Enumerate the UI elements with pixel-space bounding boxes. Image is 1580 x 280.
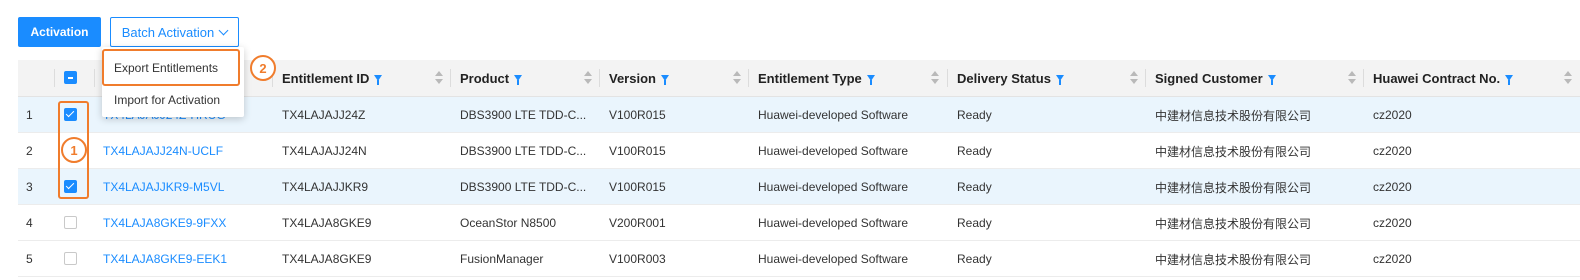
row-index: 1: [26, 108, 33, 122]
entitlement-link[interactable]: TX4LAJA8GKE9-9FXX: [103, 205, 226, 241]
entitlement-id-cell: TX4LAJAJJKR9: [282, 180, 369, 194]
entitlement-id-cell: TX4LAJAJJ24N: [282, 144, 367, 158]
version-cell: V100R015: [609, 108, 666, 122]
column-header-label: Product: [460, 70, 510, 86]
contract-no-cell: cz2020: [1373, 252, 1412, 266]
signed-customer-cell: 中建材信息技术股份有限公司: [1155, 216, 1312, 231]
delivery-status-cell: Ready: [957, 216, 992, 230]
sort-icon[interactable]: [1564, 71, 1572, 85]
entitlement-type-cell: Huawei-developed Software: [758, 216, 909, 230]
column-header-label: Delivery Status: [957, 70, 1051, 86]
column-header-label: Signed Customer: [1155, 70, 1263, 86]
entitlement-link[interactable]: TX4LAJA8GKE9-EEK1: [103, 241, 227, 277]
filter-icon[interactable]: [866, 75, 875, 85]
menu-item-export-entitlements[interactable]: Export Entitlements: [102, 51, 244, 85]
column-header-version[interactable]: Version: [599, 60, 748, 96]
callout-step-2: 2: [250, 55, 276, 81]
delivery-status-cell: Ready: [957, 144, 992, 158]
batch-activation-menu: Export Entitlements Import for Activatio…: [102, 47, 244, 117]
table-row[interactable]: 5 TX4LAJA8GKE9-EEK1 TX4LAJA8GKE9 FusionM…: [18, 241, 1580, 277]
entitlement-id-cell: TX4LAJA8GKE9: [282, 216, 372, 230]
row-index: 3: [26, 180, 33, 194]
entitlement-id-cell: TX4LAJAJJ24Z: [282, 108, 366, 122]
chevron-down-icon: [218, 25, 229, 35]
row-checkbox[interactable]: [64, 252, 77, 265]
table-row[interactable]: 4 TX4LAJA8GKE9-9FXX TX4LAJA8GKE9 OceanSt…: [18, 205, 1580, 241]
contract-no-cell: cz2020: [1373, 216, 1412, 230]
version-cell: V100R015: [609, 180, 666, 194]
sort-icon[interactable]: [931, 71, 939, 85]
sort-icon[interactable]: [1348, 71, 1356, 85]
signed-customer-cell: 中建材信息技术股份有限公司: [1155, 144, 1312, 159]
product-cell: DBS3900 LTE TDD-C...: [460, 108, 587, 122]
product-cell: DBS3900 LTE TDD-C...: [460, 144, 587, 158]
filter-icon[interactable]: [1055, 75, 1064, 85]
product-cell: DBS3900 LTE TDD-C...: [460, 180, 587, 194]
column-header-huawei-contract-no[interactable]: Huawei Contract No.: [1363, 60, 1563, 96]
row-checkbox[interactable]: [64, 108, 77, 121]
row-index: 4: [26, 216, 33, 230]
column-header-entitlement-type[interactable]: Entitlement Type: [748, 60, 947, 96]
entitlement-type-cell: Huawei-developed Software: [758, 144, 909, 158]
table-row[interactable]: 3 TX4LAJAJJKR9-M5VL TX4LAJAJJKR9 DBS3900…: [18, 169, 1580, 205]
sort-icon[interactable]: [584, 71, 592, 85]
version-cell: V200R001: [609, 216, 666, 230]
column-header-label: Huawei Contract No.: [1373, 70, 1501, 86]
column-header-product[interactable]: Product: [450, 60, 600, 96]
row-index: 5: [26, 252, 33, 266]
column-header-signed-customer[interactable]: Signed Customer: [1145, 60, 1363, 96]
contract-no-cell: cz2020: [1373, 144, 1412, 158]
entitlement-type-cell: Huawei-developed Software: [758, 108, 909, 122]
product-cell: OceanStor N8500: [460, 216, 557, 230]
filter-icon[interactable]: [514, 75, 523, 85]
column-header-label: Entitlement ID: [282, 70, 370, 86]
sort-icon[interactable]: [435, 71, 443, 85]
column-divider: [94, 69, 95, 87]
entitlement-link[interactable]: TX4LAJAJJ24N-UCLF: [103, 133, 223, 169]
version-cell: V100R003: [609, 252, 666, 266]
delivery-status-cell: Ready: [957, 180, 992, 194]
row-index: 2: [26, 144, 33, 158]
column-header-entitlement-id[interactable]: Entitlement ID: [272, 60, 450, 96]
row-checkbox[interactable]: [64, 216, 77, 229]
filter-icon[interactable]: [1267, 75, 1276, 85]
entitlement-type-cell: Huawei-developed Software: [758, 180, 909, 194]
column-header-delivery-status[interactable]: Delivery Status: [947, 60, 1145, 96]
filter-icon[interactable]: [1505, 75, 1514, 85]
table-row[interactable]: 1 TX4LAJAJJ24Z-HRUG TX4LAJAJJ24Z DBS3900…: [18, 97, 1580, 133]
entitlement-type-cell: Huawei-developed Software: [758, 252, 909, 266]
version-cell: V100R015: [609, 144, 666, 158]
column-header-label: Version: [609, 70, 656, 86]
menu-item-import-for-activation[interactable]: Import for Activation: [102, 83, 244, 117]
contract-no-cell: cz2020: [1373, 108, 1412, 122]
filter-icon[interactable]: [374, 75, 383, 85]
batch-activation-label: Batch Activation: [121, 24, 215, 40]
signed-customer-cell: 中建材信息技术股份有限公司: [1155, 180, 1312, 195]
entitlement-id-cell: TX4LAJA8GKE9: [282, 252, 372, 266]
activation-button[interactable]: Activation: [18, 17, 101, 47]
delivery-status-cell: Ready: [957, 108, 992, 122]
contract-no-cell: cz2020: [1373, 180, 1412, 194]
filter-icon[interactable]: [660, 75, 669, 85]
column-header-label: Entitlement Type: [758, 70, 862, 86]
table-row[interactable]: 2 TX4LAJAJJ24N-UCLF TX4LAJAJJ24N DBS3900…: [18, 133, 1580, 169]
entitlement-link[interactable]: TX4LAJAJJKR9-M5VL: [103, 169, 224, 205]
sort-icon[interactable]: [733, 71, 741, 85]
select-all-checkbox[interactable]: [64, 71, 77, 84]
signed-customer-cell: 中建材信息技术股份有限公司: [1155, 108, 1312, 123]
column-divider: [54, 69, 55, 87]
delivery-status-cell: Ready: [957, 252, 992, 266]
product-cell: FusionManager: [460, 252, 544, 266]
sort-icon[interactable]: [1130, 71, 1138, 85]
row-checkbox[interactable]: [64, 180, 77, 193]
signed-customer-cell: 中建材信息技术股份有限公司: [1155, 252, 1312, 267]
batch-activation-dropdown-button[interactable]: Batch Activation: [110, 17, 239, 47]
callout-step-1: 1: [61, 137, 87, 163]
